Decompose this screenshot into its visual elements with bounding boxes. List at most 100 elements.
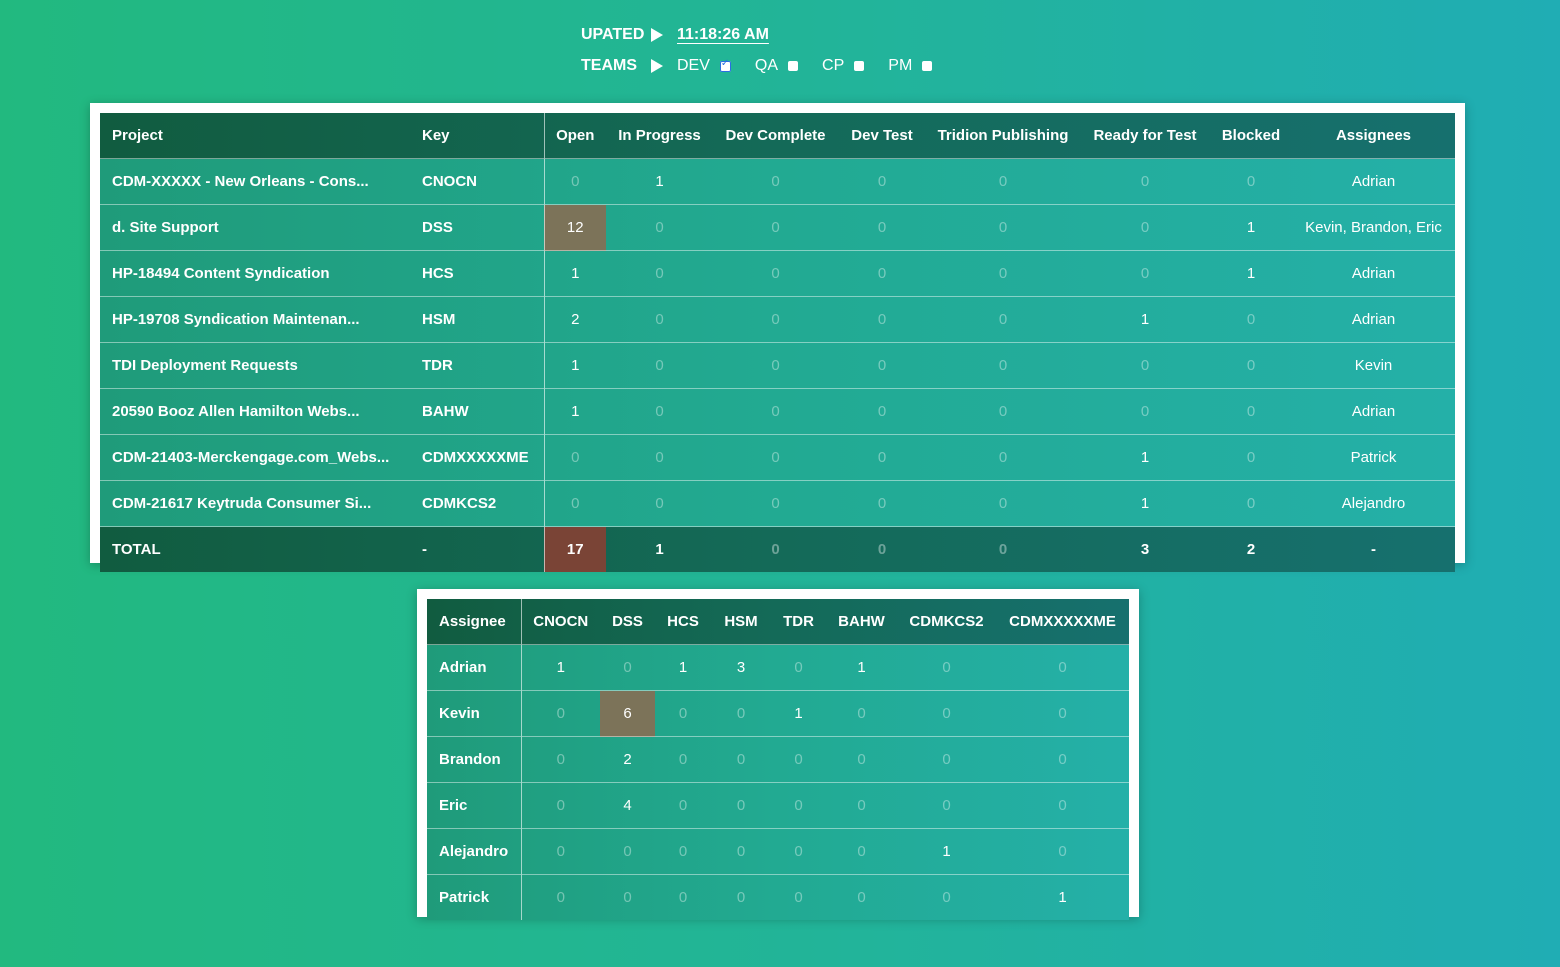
- table-row[interactable]: Adrian 1 0 1 3 0 1 0 0: [427, 644, 1129, 691]
- table-row[interactable]: Kevin 0 6 0 0 1 0 0 0: [427, 690, 1129, 737]
- table-row[interactable]: CDM-21403-Merckengage.com_Webs... CDMXXXX…: [100, 434, 1455, 481]
- table-cell: 0: [711, 874, 771, 920]
- table-row[interactable]: Patrick 0 0 0 0 0 0 0 1: [427, 874, 1129, 920]
- column-header[interactable]: Tridion Publishing: [926, 113, 1080, 159]
- table-cell: CDM-21403-Merckengage.com_Webs...: [100, 434, 410, 481]
- table-cell: 1: [1210, 204, 1292, 251]
- table-cell: 0: [897, 874, 996, 920]
- table-cell: 0: [1210, 434, 1292, 481]
- table-cell: CDMXXXXXME: [410, 434, 545, 481]
- table-cell: 1: [996, 874, 1129, 920]
- table-row[interactable]: d. Site Support DSS 12 0 0 0 0 0 1 Kevin, Brandon…: [100, 204, 1455, 251]
- table-cell: 0: [521, 828, 600, 875]
- team-checkbox[interactable]: [788, 61, 799, 71]
- table-cell: 0: [838, 434, 926, 481]
- table-cell: 0: [996, 690, 1129, 737]
- table-cell: TDI Deployment Requests: [100, 342, 410, 389]
- table-cell: 0: [1210, 158, 1292, 205]
- table-cell: 1: [521, 644, 600, 691]
- table-row[interactable]: CDM-XXXXX - New Orleans - Cons... CNOCN 0 1…: [100, 158, 1455, 205]
- column-header[interactable]: CDMXXXXXME: [996, 599, 1129, 645]
- projects-table: Project Key Open In Progress Dev Complete Dev…: [100, 113, 1455, 572]
- table-cell: 0: [655, 782, 711, 829]
- team-filter-qa[interactable]: QA: [755, 57, 799, 75]
- column-header[interactable]: Project: [100, 113, 410, 159]
- table-cell: Kevin: [427, 690, 522, 737]
- total-cell: 3: [1080, 526, 1210, 572]
- table-cell: 3: [711, 644, 771, 691]
- table-cell: 0: [713, 388, 838, 435]
- table-cell: 1: [544, 342, 606, 389]
- table-cell: Adrian: [1292, 388, 1455, 435]
- table-cell: Patrick: [427, 874, 522, 920]
- table-cell: 0: [713, 296, 838, 343]
- column-header[interactable]: Blocked: [1210, 113, 1292, 159]
- table-cell: 12: [544, 204, 606, 251]
- table-cell: 0: [544, 158, 606, 205]
- table-cell: 0: [521, 782, 600, 829]
- table-row[interactable]: TDI Deployment Requests TDR 1 0 0 0 0 0 0 Kevin: [100, 342, 1455, 389]
- assignee-panel: Assignee CNOCN DSS HCS HSM TDR BAHW CDMKCS2 CDMX…: [417, 589, 1139, 920]
- table-cell: 0: [1080, 342, 1210, 389]
- table-cell: Adrian: [427, 644, 522, 691]
- updated-row: UPATED 11:18:26 AM: [581, 24, 956, 46]
- assignee-table-header: Assignee CNOCN DSS HCS HSM TDR BAHW CDMKCS2 CDMX…: [427, 599, 1129, 645]
- column-header[interactable]: Assignee: [427, 599, 522, 645]
- table-cell: CDM-21617 Keytruda Consumer Si...: [100, 480, 410, 527]
- table-cell: 0: [771, 644, 826, 691]
- table-cell: 0: [897, 736, 996, 783]
- column-header[interactable]: TDR: [771, 599, 826, 645]
- column-header[interactable]: HCS: [655, 599, 711, 645]
- column-header[interactable]: Open: [544, 113, 606, 159]
- table-row[interactable]: Brandon 0 2 0 0 0 0 0 0: [427, 736, 1129, 783]
- team-filter-dev[interactable]: DEV: [677, 57, 731, 75]
- column-header[interactable]: CDMKCS2: [897, 599, 996, 645]
- table-cell: 0: [713, 480, 838, 527]
- column-header[interactable]: HSM: [711, 599, 771, 645]
- table-row[interactable]: HP-19708 Syndication Maintenan... HSM 2 0 0 0…: [100, 296, 1455, 343]
- column-header[interactable]: In Progress: [606, 113, 713, 159]
- table-cell: 0: [838, 296, 926, 343]
- column-header[interactable]: Ready for Test: [1080, 113, 1210, 159]
- column-header[interactable]: DSS: [600, 599, 655, 645]
- column-header[interactable]: Dev Complete: [713, 113, 838, 159]
- team-filter-cp[interactable]: CP: [822, 57, 865, 75]
- projects-table-header: Project Key Open In Progress Dev Complete Dev…: [100, 113, 1455, 159]
- table-cell: 1: [655, 644, 711, 691]
- table-cell: Adrian: [1292, 158, 1455, 205]
- table-row[interactable]: CDM-21617 Keytruda Consumer Si... CDMKCS2…: [100, 480, 1455, 527]
- total-cell: 17: [544, 526, 606, 572]
- table-cell: 0: [897, 644, 996, 691]
- table-row[interactable]: 20590 Booz Allen Hamilton Webs... BAHW 1 0 0…: [100, 388, 1455, 435]
- table-row[interactable]: Eric 0 4 0 0 0 0 0 0: [427, 782, 1129, 829]
- table-cell: 0: [1210, 480, 1292, 527]
- column-header[interactable]: BAHW: [826, 599, 897, 645]
- table-row[interactable]: HP-18494 Content Syndication HCS 1 0 0 0 0 0 1 Ad…: [100, 250, 1455, 297]
- table-row[interactable]: Alejandro 0 0 0 0 0 0 1 0: [427, 828, 1129, 875]
- table-cell: 1: [771, 690, 826, 737]
- table-cell: HCS: [410, 250, 545, 297]
- table-cell: CDM-XXXXX - New Orleans - Cons...: [100, 158, 410, 205]
- table-cell: 0: [1210, 388, 1292, 435]
- table-cell: 1: [1080, 480, 1210, 527]
- column-header[interactable]: Dev Test: [838, 113, 926, 159]
- team-checkbox[interactable]: [854, 61, 865, 71]
- team-checkbox[interactable]: [719, 58, 731, 72]
- table-cell: 1: [897, 828, 996, 875]
- table-cell: Kevin, Brandon, Eric: [1292, 204, 1455, 251]
- table-cell: 0: [926, 296, 1080, 343]
- column-header[interactable]: Key: [410, 113, 545, 159]
- updated-time: 11:18:26 AM: [677, 26, 769, 43]
- column-header[interactable]: Assignees: [1292, 113, 1455, 159]
- table-cell: 0: [606, 342, 713, 389]
- column-header[interactable]: CNOCN: [521, 599, 600, 645]
- table-cell: 0: [996, 828, 1129, 875]
- table-cell: 0: [1210, 342, 1292, 389]
- table-cell: 0: [711, 828, 771, 875]
- table-cell: 0: [713, 434, 838, 481]
- table-cell: 1: [1080, 434, 1210, 481]
- table-cell: CDMKCS2: [410, 480, 545, 527]
- team-filter-pm[interactable]: PM: [888, 57, 933, 75]
- team-checkbox[interactable]: [922, 61, 933, 71]
- table-cell: 0: [838, 342, 926, 389]
